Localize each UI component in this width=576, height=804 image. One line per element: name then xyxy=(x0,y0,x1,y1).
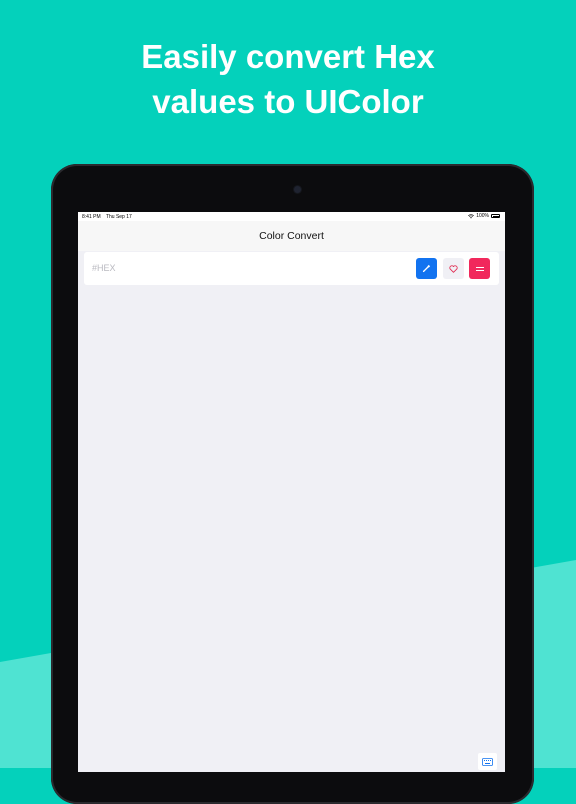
hex-input[interactable] xyxy=(90,259,344,277)
headline-line-1: Easily convert Hex xyxy=(141,38,435,75)
status-bar: 8:41 PM Thu Sep 17 100% xyxy=(78,212,505,221)
status-left: 8:41 PM Thu Sep 17 xyxy=(82,214,136,220)
status-date: Thu Sep 17 xyxy=(105,214,132,220)
favorite-button[interactable] xyxy=(443,258,464,279)
headline-line-2: values to UIColor xyxy=(152,83,424,120)
wifi-icon xyxy=(468,213,475,218)
keyboard-button[interactable] xyxy=(478,753,497,770)
status-time: 8:41 PM xyxy=(82,214,101,220)
navigation-bar: Color Convert xyxy=(78,221,505,251)
keyboard-icon xyxy=(482,757,493,766)
app-screen: 8:41 PM Thu Sep 17 100% Color Convert xyxy=(78,212,505,772)
menu-button[interactable] xyxy=(469,258,490,279)
battery-icon xyxy=(491,214,500,218)
promo-headline: Easily convert Hex values to UIColor xyxy=(0,34,576,124)
hex-input-row xyxy=(84,252,499,285)
front-camera xyxy=(294,186,301,193)
color-picker-button[interactable] xyxy=(416,258,437,279)
nav-title: Color Convert xyxy=(259,230,324,242)
menu-lines-icon xyxy=(475,266,484,271)
heart-icon xyxy=(449,264,458,273)
status-right: 100% xyxy=(468,213,500,219)
eyedropper-icon xyxy=(422,264,431,273)
battery-percent: 100% xyxy=(476,213,489,219)
